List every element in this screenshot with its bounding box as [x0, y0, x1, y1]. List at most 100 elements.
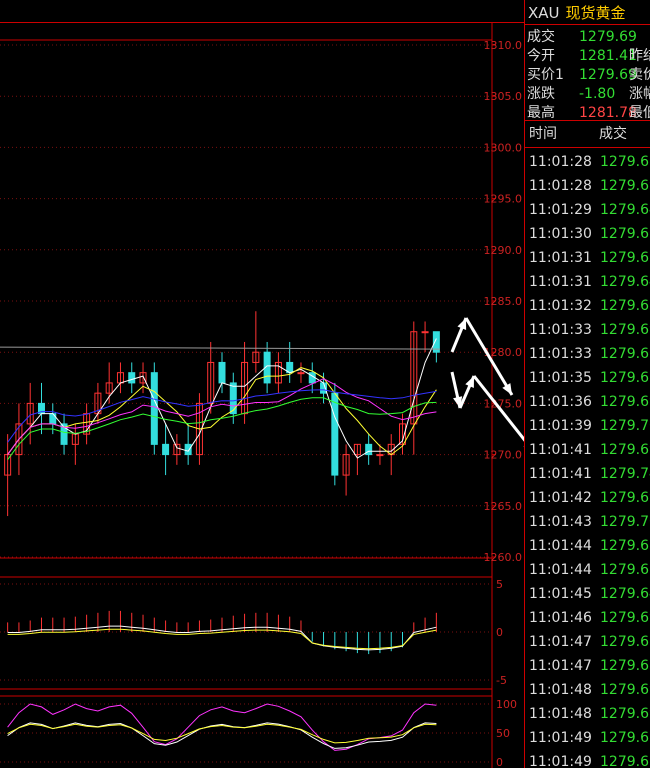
- tick-row: 11:01:32 1279.63: [525, 294, 650, 318]
- tick-time: 11:01:47: [529, 658, 592, 674]
- tick-row: 11:01:46 1279.69: [525, 606, 650, 630]
- tick-time: 11:01:45: [529, 586, 592, 602]
- tick-price: 1279.69: [600, 610, 650, 626]
- candle-body: [162, 443, 170, 456]
- symbol-code: XAU: [528, 4, 560, 22]
- candle-body: [297, 372, 305, 375]
- tick-row: 11:01:47 1279.66: [525, 630, 650, 654]
- tick-row: 11:01:47 1279.68: [525, 654, 650, 678]
- kdj-j-line: [7, 703, 437, 751]
- kdj-k-line: [7, 722, 437, 749]
- candle-body: [184, 443, 192, 456]
- tick-time: 11:01:39: [529, 418, 592, 434]
- tick-time: 11:01:28: [529, 178, 592, 194]
- tick-time: 11:01:48: [529, 706, 592, 722]
- tick-row: 11:01:41 1279.69: [525, 438, 650, 462]
- tick-time: 11:01:43: [529, 514, 592, 530]
- tick-price: 1279.66: [600, 730, 650, 746]
- tick-time: 11:01:47: [529, 634, 592, 650]
- quote-row: 成交 1279.69: [525, 27, 650, 47]
- quote-row: 买价11279.69卖价: [525, 65, 650, 85]
- macd-tick-label: 0: [496, 626, 503, 639]
- candle-body: [421, 331, 429, 334]
- quote-label-2: 涨幅: [629, 86, 650, 102]
- price-tick-label: 1295.0: [484, 193, 523, 206]
- tick-time: 11:01:30: [529, 226, 592, 242]
- quote-value: -1.80: [579, 86, 616, 102]
- kline-chart[interactable]: 1310.01305.01300.01295.01290.01285.01280…: [0, 0, 524, 768]
- tick-price: 1279.69: [600, 706, 650, 722]
- quote-label-2: 卖价: [629, 67, 650, 83]
- price-tick-label: 1290.0: [484, 244, 523, 257]
- tick-row: 11:01:29 1279.64: [525, 198, 650, 222]
- ticks-header-price: 成交: [599, 126, 627, 142]
- ticks-header: 时间 成交: [525, 120, 650, 148]
- tick-price: 1279.69: [600, 490, 650, 506]
- tick-price: 1279.64: [600, 274, 650, 290]
- tick-price: 1279.63: [600, 298, 650, 314]
- macd-tick-label: -5: [496, 674, 507, 687]
- kdj-tick-label: 50: [496, 727, 510, 740]
- tick-time: 11:01:36: [529, 394, 592, 410]
- tick-row: 11:01:49 1279.66: [525, 726, 650, 750]
- tick-price: 1279.68: [600, 658, 650, 674]
- ticks-header-time: 时间: [529, 126, 557, 142]
- candle-body: [150, 372, 158, 445]
- macd-tick-label: 5: [496, 578, 503, 591]
- tick-price: 1279.69: [600, 178, 650, 194]
- kdj-tick-label: 0: [496, 756, 503, 768]
- tick-price: 1279.66: [600, 538, 650, 554]
- quote-panel: XAU现货黄金 成交1279.69今开1281.41昨结买价11279.69卖价…: [524, 0, 650, 768]
- annotation-arrow-down-2: [472, 375, 524, 442]
- candle-body: [376, 454, 384, 457]
- tick-row: 11:01:41 1279.74: [525, 462, 650, 486]
- symbol-name: 现货黄金: [565, 4, 626, 22]
- quote-label: 今开: [527, 48, 555, 64]
- tick-row: 11:01:31 1279.64: [525, 270, 650, 294]
- tick-time: 11:01:33: [529, 346, 592, 362]
- price-tick-label: 1285.0: [484, 295, 523, 308]
- tick-price: 1279.69: [600, 442, 650, 458]
- tick-time: 11:01:41: [529, 442, 592, 458]
- tick-row: 11:01:36 1279.69: [525, 390, 650, 414]
- tick-price: 1279.62: [600, 346, 650, 362]
- quote-row: 今开1281.41昨结: [525, 46, 650, 66]
- candle-body: [49, 413, 57, 425]
- quote-value: 1279.69: [579, 29, 637, 45]
- tick-price: 1279.70: [600, 514, 650, 530]
- tick-price: 1279.74: [600, 466, 650, 482]
- tick-row: 11:01:45 1279.64: [525, 582, 650, 606]
- annotation-arrow-up-head: [457, 318, 467, 330]
- tick-time: 11:01:41: [529, 466, 592, 482]
- price-tick-label: 1300.0: [484, 141, 523, 154]
- tick-row: 11:01:31 1279.66: [525, 246, 650, 270]
- tick-time: 11:01:33: [529, 322, 592, 338]
- macd-dif-line: [7, 625, 437, 651]
- tick-row: 11:01:33 1279.62: [525, 342, 650, 366]
- price-tick-label: 1275.0: [484, 397, 523, 410]
- tick-price: 1279.69: [600, 322, 650, 338]
- quote-label: 成交: [527, 29, 555, 45]
- tick-time: 11:01:31: [529, 274, 592, 290]
- tick-time: 11:01:46: [529, 610, 592, 626]
- tick-row: 11:01:48 1279.69: [525, 678, 650, 702]
- price-tick-label: 1305.0: [484, 90, 523, 103]
- tick-price: 1279.67: [600, 154, 650, 170]
- kdj-d-line: [7, 723, 437, 744]
- tick-price: 1279.66: [600, 634, 650, 650]
- tick-time: 11:01:29: [529, 202, 592, 218]
- candle-body: [331, 392, 339, 476]
- kdj-tick-label: 100: [496, 698, 517, 711]
- tick-price: 1279.64: [600, 202, 650, 218]
- price-tick-label: 1310.0: [484, 39, 523, 52]
- tick-time: 11:01:44: [529, 538, 592, 554]
- tick-row: 11:01:28 1279.67: [525, 150, 650, 174]
- candle-body: [218, 361, 226, 384]
- tick-time: 11:01:42: [529, 490, 592, 506]
- tick-price: 1279.66: [600, 754, 650, 768]
- tick-row: 11:01:28 1279.69: [525, 174, 650, 198]
- tick-price: 1279.66: [600, 250, 650, 266]
- tick-row: 11:01:43 1279.70: [525, 510, 650, 534]
- tick-time: 11:01:49: [529, 730, 592, 746]
- tick-price: 1279.69: [600, 394, 650, 410]
